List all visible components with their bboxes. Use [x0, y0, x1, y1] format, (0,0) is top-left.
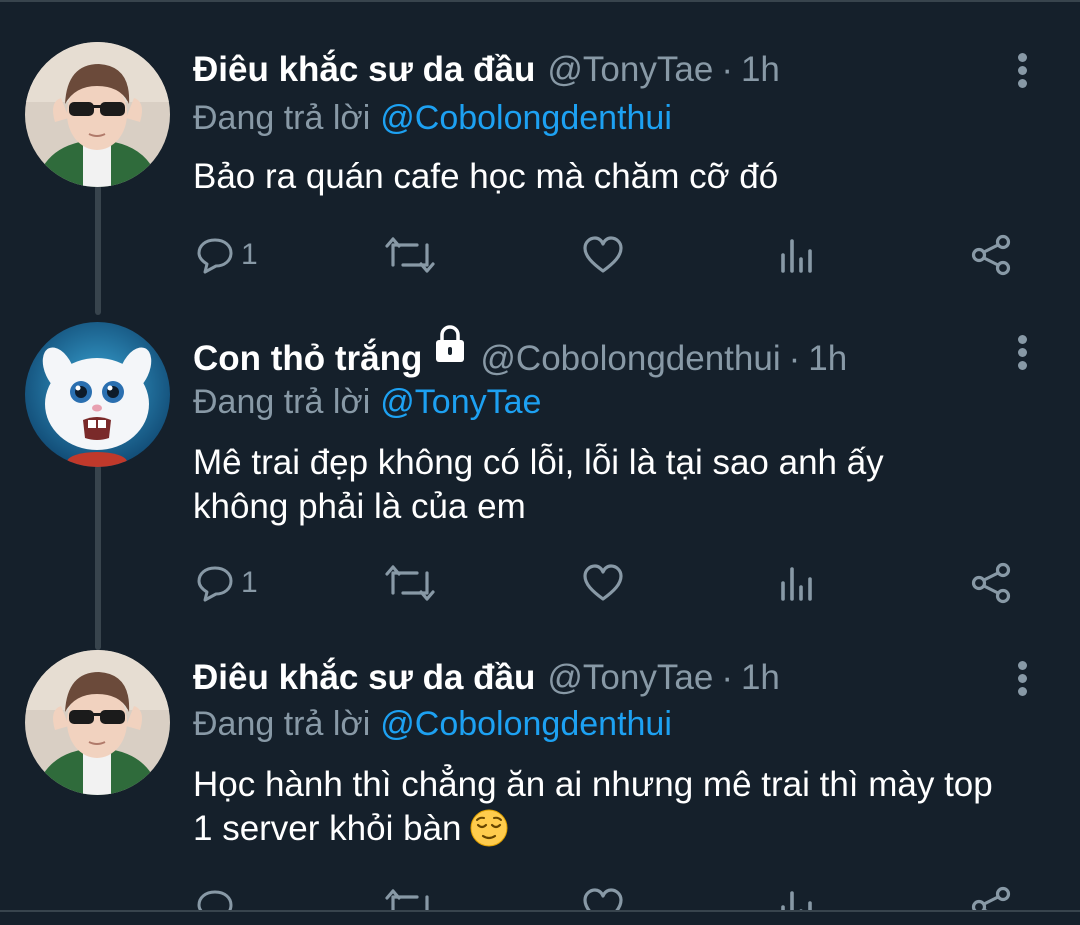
like-button[interactable] — [582, 882, 624, 912]
more-options-icon[interactable] — [1010, 658, 1034, 698]
retweet-icon — [385, 889, 429, 912]
lock-icon — [432, 324, 468, 381]
tweet-text: Học hành thì chẳng ăn ai nhưng mê trai t… — [193, 763, 1013, 851]
share-icon — [971, 234, 1011, 276]
boy-with-sunglasses-avatar — [25, 42, 170, 187]
relieved-face-emoji — [470, 809, 508, 847]
timestamp[interactable]: 1h — [808, 331, 847, 387]
replying-to: Đang trả lời @Cobolongdenthui — [193, 96, 672, 140]
avatar[interactable] — [25, 42, 170, 187]
analytics-icon — [781, 567, 812, 601]
reply-count: 1 — [241, 238, 258, 271]
tweet-text-content: Học hành thì chẳng ăn ai nhưng mê trai t… — [193, 765, 993, 848]
timestamp[interactable]: 1h — [741, 650, 780, 706]
like-icon — [583, 888, 623, 912]
retweet-button[interactable] — [385, 882, 435, 912]
tweet-header: Điêu khắc sư da đầu @TonyTae · 1h — [193, 650, 780, 706]
user-handle[interactable]: @TonyTae — [547, 42, 713, 98]
tweet-text: Bảo ra quán cafe học mà chăm cỡ đó — [193, 157, 779, 196]
reply-icon — [197, 238, 233, 274]
share-button[interactable] — [970, 230, 1012, 280]
user-handle[interactable]: @Cobolongdenthui — [480, 331, 780, 387]
tweet-header: Con thỏ trắng @Cobolongdenthui · 1h — [193, 325, 847, 387]
tweet-actions — [0, 882, 1080, 912]
analytics-button[interactable] — [778, 230, 818, 280]
reply-icon — [197, 890, 233, 912]
share-button[interactable] — [970, 882, 1012, 912]
reply-count: 1 — [241, 566, 258, 599]
mention-link[interactable]: @TonyTae — [380, 383, 541, 421]
bottom-divider — [0, 910, 1080, 912]
retweet-icon — [385, 565, 435, 601]
analytics-icon — [781, 891, 812, 912]
display-name[interactable]: Điêu khắc sư da đầu — [193, 650, 535, 706]
mention-link[interactable]: @Cobolongdenthui — [380, 705, 672, 743]
tweet-actions: 1 — [0, 558, 1080, 608]
display-name[interactable]: Điêu khắc sư da đầu — [193, 42, 535, 98]
like-button[interactable] — [582, 558, 624, 608]
tweet[interactable]: Điêu khắc sư da đầu @TonyTae · 1h Đang t… — [0, 650, 1080, 912]
separator: · — [721, 658, 733, 697]
white-bunny-avatar — [25, 322, 170, 467]
share-icon — [971, 886, 1011, 912]
timestamp[interactable]: 1h — [741, 42, 780, 98]
like-button[interactable] — [582, 230, 624, 280]
tweet[interactable]: Điêu khắc sư da đầu @TonyTae · 1h Đang t… — [0, 42, 1080, 287]
replying-to: Đang trả lời @TonyTae — [193, 380, 541, 424]
avatar[interactable] — [25, 650, 170, 795]
avatar[interactable] — [25, 322, 170, 467]
reply-button[interactable] — [195, 882, 235, 912]
reply-button[interactable]: 1 — [195, 230, 258, 280]
top-divider — [0, 0, 1080, 2]
tweet[interactable]: Con thỏ trắng @Cobolongdenthui · 1h Đang… — [0, 322, 1080, 622]
separator: · — [721, 50, 733, 89]
tweet-actions: 1 — [0, 230, 1080, 280]
share-icon — [971, 562, 1011, 604]
tweet-text: Mê trai đẹp không có lỗi, lỗi là tại sao… — [193, 443, 884, 526]
like-icon — [583, 236, 623, 273]
separator: · — [788, 339, 801, 378]
replying-to: Đang trả lời @Cobolongdenthui — [193, 702, 672, 746]
user-handle[interactable]: @TonyTae — [547, 650, 713, 706]
reply-icon — [197, 566, 233, 602]
more-options-icon[interactable] — [1010, 50, 1034, 90]
display-name[interactable]: Con thỏ trắng — [193, 331, 422, 387]
replying-to-label: Đang trả lời — [193, 99, 371, 137]
mention-link[interactable]: @Cobolongdenthui — [380, 99, 672, 137]
replying-to-label: Đang trả lời — [193, 705, 371, 743]
retweet-button[interactable] — [385, 230, 435, 280]
retweet-button[interactable] — [385, 558, 435, 608]
analytics-button[interactable] — [778, 882, 818, 912]
reply-button[interactable]: 1 — [195, 558, 258, 608]
share-button[interactable] — [970, 558, 1012, 608]
retweet-icon — [385, 237, 435, 273]
replying-to-label: Đang trả lời — [193, 383, 371, 421]
analytics-icon — [781, 239, 812, 273]
like-icon — [583, 564, 623, 601]
tweet-header: Điêu khắc sư da đầu @TonyTae · 1h — [193, 42, 780, 98]
boy-with-sunglasses-avatar — [25, 650, 170, 795]
analytics-button[interactable] — [778, 558, 818, 608]
more-options-icon[interactable] — [1010, 332, 1034, 372]
